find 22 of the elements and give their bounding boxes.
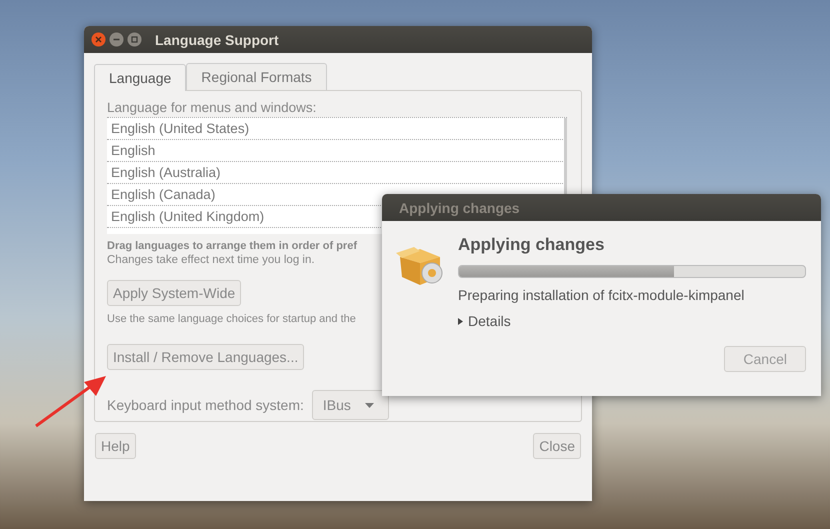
- status-text: Preparing installation of fcitx-module-kimpanel: [458, 287, 746, 303]
- tab[interactable]: Regional Formats: [186, 63, 327, 90]
- close-icon[interactable]: [91, 32, 106, 47]
- install-remove-button[interactable]: Install / Remove Languages...: [107, 344, 304, 370]
- close-button[interactable]: Close: [533, 433, 581, 459]
- list-label: Language for menus and windows:: [107, 100, 318, 115]
- apply-system-wide-button[interactable]: Apply System-Wide: [107, 280, 242, 306]
- window-title: Language Support: [155, 32, 279, 48]
- hint-note: Changes take effect next time you log in.: [107, 254, 315, 266]
- maximize-icon[interactable]: [127, 32, 142, 47]
- apply-note: Use the same language choices for startup and the: [107, 313, 356, 325]
- tab[interactable]: Language: [94, 64, 186, 91]
- caret-icon: [364, 402, 374, 408]
- drag-hint: Drag languages to arrange them in order of pref: [107, 240, 357, 252]
- expander-icon: [458, 318, 463, 324]
- input-method-label: Keyboard input method system:: [107, 397, 304, 413]
- minimize-icon[interactable]: [109, 32, 124, 47]
- dialog-heading: Applying changes: [458, 235, 606, 255]
- cancel-button[interactable]: Cancel: [724, 346, 806, 372]
- input-method-dropdown[interactable]: IBus: [312, 390, 389, 420]
- help-button[interactable]: Help: [95, 433, 136, 459]
- details-expander[interactable]: Details: [458, 313, 511, 329]
